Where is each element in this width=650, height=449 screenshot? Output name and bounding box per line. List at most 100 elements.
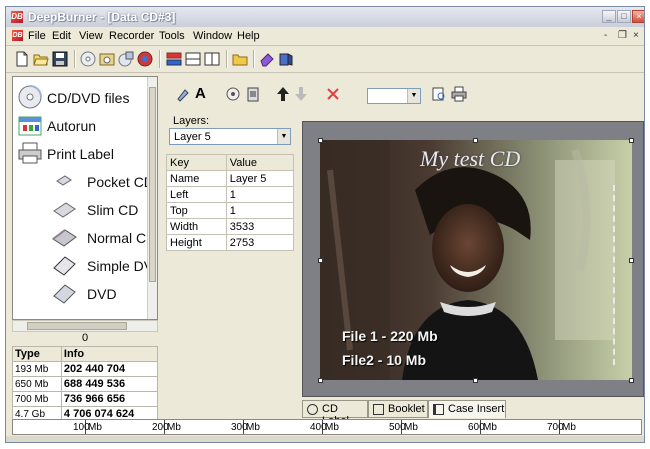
tab-label: Booklet xyxy=(388,403,425,415)
menu-window[interactable]: Window xyxy=(193,30,232,42)
child-close-button[interactable]: × xyxy=(633,30,639,41)
burn-icon[interactable] xyxy=(99,51,115,67)
layer-select[interactable]: Layer 5 ▼ xyxy=(169,128,291,145)
open-icon[interactable] xyxy=(33,51,49,67)
delete-icon[interactable] xyxy=(325,86,341,102)
cover-title[interactable]: My test CD xyxy=(420,146,520,172)
tab-booklet[interactable]: Booklet xyxy=(368,400,428,418)
image-icon[interactable] xyxy=(225,86,241,102)
menu-view[interactable]: View xyxy=(79,30,103,42)
table-row[interactable]: Height 2753 xyxy=(166,234,295,251)
table-header-row: Key Value xyxy=(166,154,295,171)
title-bar[interactable]: DB DeepBurner - [Data CD#3] _ □ × xyxy=(6,7,644,28)
print-icon[interactable] xyxy=(451,86,467,102)
layout-icon[interactable] xyxy=(166,51,182,67)
clipboard-icon[interactable] xyxy=(245,86,261,102)
document-menu-icon[interactable]: DB xyxy=(12,30,23,41)
disc-icon[interactable] xyxy=(80,51,96,67)
column-header: Info xyxy=(60,346,159,362)
value-cell[interactable]: 1 xyxy=(225,202,295,219)
info-cell: 688 449 536 xyxy=(60,376,159,392)
resize-handle-bottom[interactable] xyxy=(473,378,478,383)
folder-icon[interactable] xyxy=(232,51,248,67)
tree-item-label: Pocket CD xyxy=(87,174,154,190)
tab-cd-label[interactable]: CD Label xyxy=(302,400,368,427)
table-row[interactable]: Top 1 xyxy=(166,202,295,219)
cover-file-line-1[interactable]: File 1 - 220 Mb xyxy=(342,328,438,344)
main-toolbar xyxy=(6,46,644,73)
value-cell[interactable]: 2753 xyxy=(225,234,295,251)
left-pane-vertical-scrollbar[interactable] xyxy=(147,77,157,319)
resize-handle-bottom-left[interactable] xyxy=(318,378,323,383)
value-cell[interactable]: Layer 5 xyxy=(225,170,295,187)
maximize-button[interactable]: □ xyxy=(617,10,631,23)
print-preview-icon[interactable] xyxy=(431,86,447,102)
cd-dvd-icon xyxy=(17,85,43,109)
chevron-down-icon[interactable]: ▼ xyxy=(407,89,420,103)
table-row[interactable]: 650 Mb 688 449 536 xyxy=(12,376,159,392)
scroll-thumb[interactable] xyxy=(149,87,156,282)
deepburner-app-icon[interactable]: DB xyxy=(11,11,23,23)
close-button[interactable]: × xyxy=(632,10,644,23)
menu-edit[interactable]: Edit xyxy=(52,30,71,42)
panel-icon[interactable] xyxy=(204,51,220,67)
ruler-unit: Mb xyxy=(325,422,339,433)
tree-item-label: CD/DVD files xyxy=(47,90,130,106)
resize-handle-left[interactable] xyxy=(318,258,323,263)
scroll-thumb[interactable] xyxy=(27,322,127,330)
layout-alt-icon[interactable] xyxy=(185,51,201,67)
type-cell: 650 Mb xyxy=(12,376,62,392)
menu-file[interactable]: File xyxy=(28,30,46,42)
chevron-down-icon[interactable]: ▼ xyxy=(277,129,290,144)
left-pane-horizontal-scrollbar[interactable] xyxy=(12,320,158,332)
resize-handle-bottom-right[interactable] xyxy=(629,378,634,383)
copy-disc-icon[interactable] xyxy=(118,51,134,67)
tab-case-insert[interactable]: Case Insert xyxy=(428,400,506,418)
resize-handle-top-right[interactable] xyxy=(629,138,634,143)
printer-icon xyxy=(17,141,43,165)
value-cell[interactable]: 3533 xyxy=(225,218,295,235)
menu-help[interactable]: Help xyxy=(237,30,260,42)
booklet-icon xyxy=(373,404,384,415)
layers-label: Layers: xyxy=(173,115,210,127)
cover-image-layer[interactable]: My test CD File 1 - 220 Mb File2 - 10 Mb xyxy=(320,140,632,380)
child-restore-button[interactable]: ❐ xyxy=(618,30,627,41)
table-row[interactable]: 700 Mb 736 966 656 xyxy=(12,391,159,407)
cover-file-line-2[interactable]: File2 - 10 Mb xyxy=(342,352,426,368)
simple-dvd-icon xyxy=(51,253,77,277)
resize-handle-right[interactable] xyxy=(629,258,634,263)
table-row[interactable]: Left 1 xyxy=(166,186,295,203)
text-icon[interactable]: A xyxy=(195,86,211,102)
arrow-up-icon[interactable] xyxy=(275,86,291,102)
toolbar-separator xyxy=(159,50,161,68)
new-icon[interactable] xyxy=(14,51,30,67)
value-cell[interactable]: 1 xyxy=(225,186,295,203)
menu-tools[interactable]: Tools xyxy=(159,30,185,42)
menu-bar: DB File Edit View Recorder Tools Window … xyxy=(6,27,644,46)
layer-properties-table: Key Value Name Layer 5 Left 1 Top 1 Widt… xyxy=(166,154,295,251)
info-icon[interactable] xyxy=(278,51,294,67)
dvd-icon xyxy=(51,281,77,305)
save-icon[interactable] xyxy=(52,51,68,67)
pocket-cd-icon xyxy=(51,169,77,193)
label-canvas[interactable]: My test CD File 1 - 220 Mb File2 - 10 Mb xyxy=(302,121,644,397)
tab-label: Case Insert xyxy=(448,403,505,415)
tree-item-label: Autorun xyxy=(47,118,97,134)
resize-handle-top[interactable] xyxy=(473,138,478,143)
info-cell: 736 966 656 xyxy=(60,391,159,407)
resize-handle-top-left[interactable] xyxy=(318,138,323,143)
table-row[interactable]: 193 Mb 202 440 704 xyxy=(12,361,159,377)
menu-recorder[interactable]: Recorder xyxy=(109,30,154,42)
arrow-down-icon[interactable] xyxy=(293,86,309,102)
paint-icon[interactable] xyxy=(175,86,191,102)
table-row[interactable]: Width 3533 xyxy=(166,218,295,235)
column-header: Key xyxy=(166,154,227,171)
table-row[interactable]: Name Layer 5 xyxy=(166,170,295,187)
erase-icon[interactable] xyxy=(259,51,275,67)
window-title: DeepBurner - [Data CD#3] xyxy=(28,10,176,24)
zoom-dropdown[interactable]: ▼ xyxy=(367,88,421,104)
child-minimize-button[interactable]: - xyxy=(604,30,607,41)
ruler-unit: Mb xyxy=(246,422,260,433)
minimize-button[interactable]: _ xyxy=(602,10,616,23)
cd-label-icon[interactable] xyxy=(137,51,153,67)
